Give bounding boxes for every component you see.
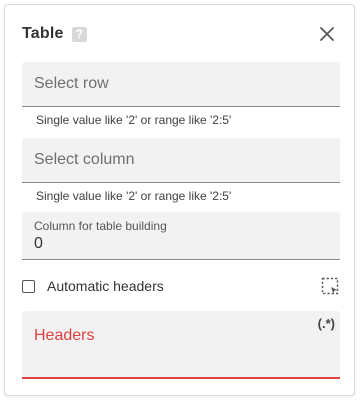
panel-title: Table <box>22 25 64 42</box>
select-column-placeholder: Select column <box>34 151 135 168</box>
select-area-button[interactable] <box>320 276 340 296</box>
select-row-hint: Single value like '2' or range like '2:5… <box>36 113 232 127</box>
close-icon <box>320 27 334 41</box>
automatic-headers-checkbox[interactable] <box>22 279 35 293</box>
regex-toggle[interactable]: (.*) <box>318 316 335 331</box>
table-panel: Table ? Select row Single value like '2'… <box>4 4 355 396</box>
select-row-input[interactable]: Select row <box>22 62 340 107</box>
select-row-placeholder: Select row <box>34 75 109 92</box>
automatic-headers-row: Automatic headers <box>22 276 340 296</box>
headers-input[interactable]: Headers (.*) <box>22 311 340 379</box>
select-column-hint: Single value like '2' or range like '2:5… <box>36 189 232 203</box>
select-column-input[interactable]: Select column <box>22 138 340 183</box>
column-for-table-building-label: Column for table building <box>34 219 167 233</box>
close-button[interactable] <box>315 22 339 46</box>
column-for-table-building-input[interactable]: Column for table building 0 <box>22 212 340 260</box>
automatic-headers-label[interactable]: Automatic headers <box>47 278 164 294</box>
panel-header: Table ? <box>22 22 339 46</box>
headers-label: Headers <box>34 327 95 344</box>
column-for-table-building-value: 0 <box>34 235 43 252</box>
select-area-icon <box>321 277 339 295</box>
help-icon[interactable]: ? <box>71 26 87 42</box>
